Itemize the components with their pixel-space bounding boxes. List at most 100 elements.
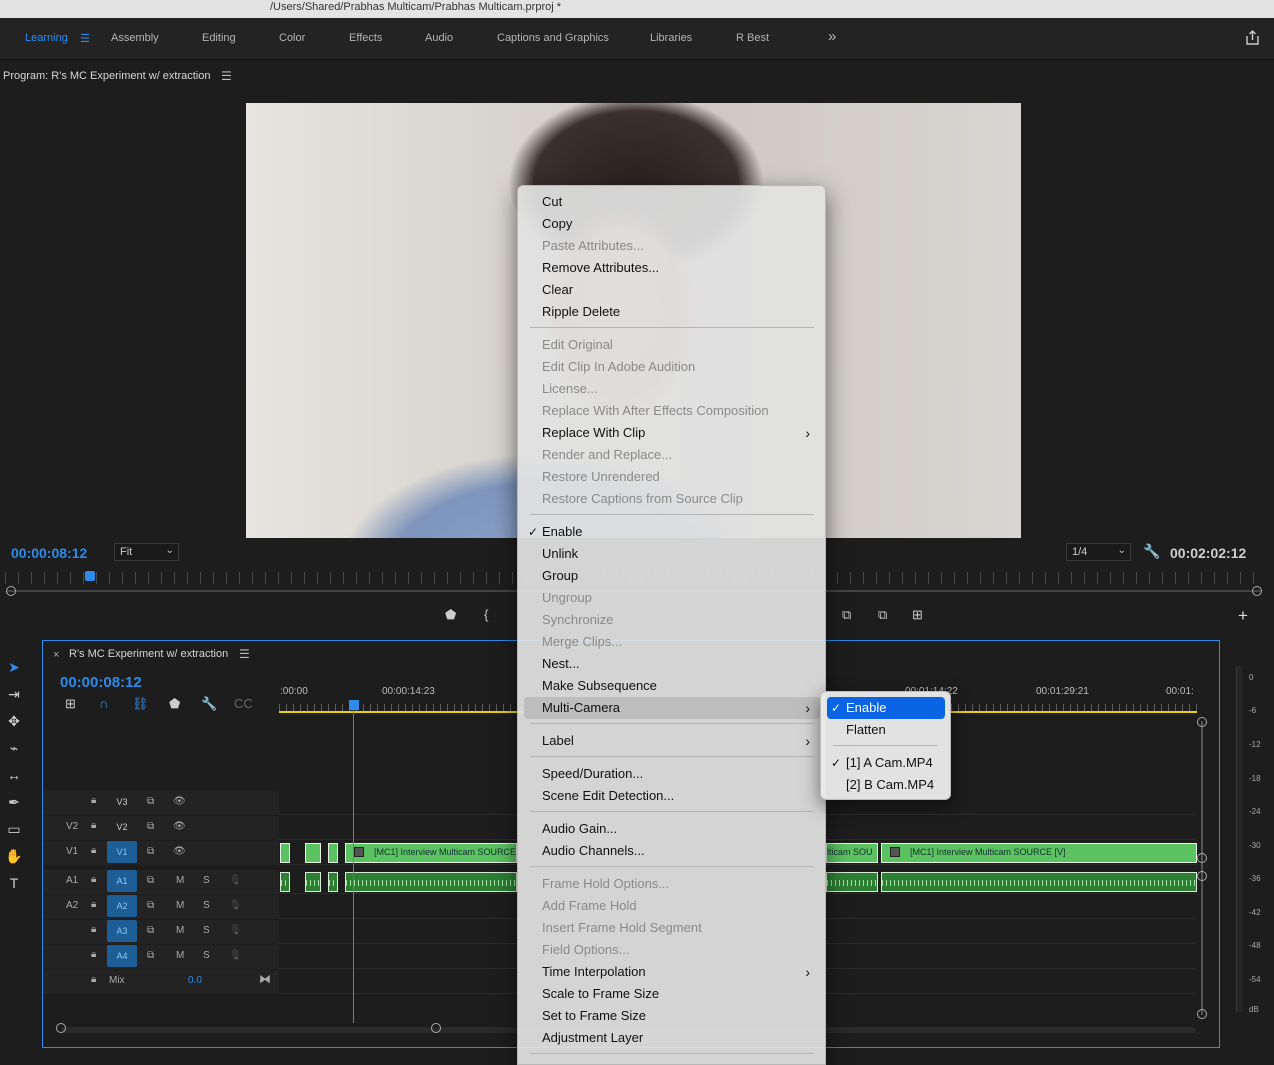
sync-lock-icon[interactable]: ⧉ [147, 796, 154, 807]
zoom-level-select[interactable]: Fit ⌄ [114, 543, 179, 561]
workspace-tab-color[interactable]: Color [279, 32, 305, 44]
captions-icon[interactable]: CC [234, 696, 253, 711]
track-target-v2[interactable]: V2 [107, 816, 137, 838]
video-clip[interactable]: lticam SOU [826, 843, 878, 863]
mute-button[interactable]: M [176, 925, 184, 936]
workspace-tab-captions[interactable]: Captions and Graphics [497, 32, 609, 44]
submenu-item-camera-1[interactable]: ✓ [1] A Cam.MP4 [827, 752, 945, 774]
lock-icon[interactable]: 🔒︎ [91, 949, 96, 960]
add-marker-icon[interactable]: ⬟ [169, 696, 180, 712]
source-patch-v2[interactable]: V2 [66, 821, 78, 832]
slip-tool-icon[interactable]: ↔ [4, 767, 24, 787]
track-target-v1[interactable]: V1 [107, 841, 137, 863]
close-icon[interactable]: × [53, 649, 59, 661]
sync-lock-icon[interactable]: ⧉ [147, 950, 154, 961]
workspace-tab-libraries[interactable]: Libraries [650, 32, 692, 44]
nest-insert-icon[interactable]: ⊞ [65, 696, 76, 712]
solo-button[interactable]: S [203, 950, 210, 961]
mute-button[interactable]: M [176, 875, 184, 886]
razor-tool-icon[interactable]: ⌁ [4, 740, 24, 760]
share-icon[interactable] [1244, 29, 1261, 46]
workspace-tab-learning[interactable]: Learning [25, 32, 68, 44]
solo-button[interactable]: S [203, 875, 210, 886]
linked-selection-icon[interactable]: ⛓ [132, 696, 149, 712]
track-target-a2[interactable]: A2 [107, 895, 137, 917]
rectangle-tool-icon[interactable]: ▭ [4, 821, 24, 841]
sync-lock-icon[interactable]: ⧉ [147, 900, 154, 911]
audio-clip[interactable] [826, 872, 878, 892]
lock-icon[interactable]: 🔒︎ [91, 820, 96, 831]
lock-icon[interactable]: 🔒︎ [91, 924, 96, 935]
lock-icon[interactable]: 🔒︎ [91, 795, 96, 806]
selection-tool-icon[interactable]: ➤ [4, 659, 24, 679]
audio-clip[interactable] [881, 872, 1197, 892]
more-workspaces-icon[interactable]: » [828, 28, 836, 45]
vertical-scroll-handle[interactable] [1197, 853, 1207, 863]
timeline-playhead-timecode[interactable]: 00:00:08:12 [60, 674, 142, 691]
menu-item-clear[interactable]: Clear [524, 279, 820, 301]
eye-icon[interactable]: 👁︎ [173, 846, 186, 857]
sync-lock-icon[interactable]: ⧉ [147, 846, 154, 857]
audio-clip[interactable] [280, 872, 290, 892]
sync-lock-icon[interactable]: ⧉ [147, 875, 154, 886]
menu-item-enable[interactable]: ✓ Enable [524, 521, 820, 543]
timeline-playhead-line[interactable] [353, 707, 354, 1023]
comparison-view-icon[interactable]: ⊞ [912, 607, 923, 623]
workspace-menu-icon[interactable]: ☰ [80, 32, 90, 45]
timeline-vertical-scrollbar[interactable] [1201, 721, 1203, 1015]
video-clip[interactable]: [MC1] Interview Multicam SOURCE [V] [881, 843, 1197, 863]
wrench-icon[interactable]: 🔧 [1143, 543, 1160, 560]
playback-resolution-select[interactable]: 1/4 ⌄ [1066, 543, 1131, 561]
sync-lock-icon[interactable]: ⧉ [147, 821, 154, 832]
video-clip[interactable] [280, 843, 290, 863]
menu-item-copy[interactable]: Copy [524, 213, 820, 235]
menu-item-ripple-delete[interactable]: Ripple Delete [524, 301, 820, 323]
audio-clip[interactable] [305, 872, 321, 892]
lock-icon[interactable]: 🔒︎ [91, 845, 96, 856]
sequence-tab-title[interactable]: R's MC Experiment w/ extraction [69, 648, 228, 660]
menu-item-time-interpolation[interactable]: Time Interpolation › [524, 961, 820, 983]
timeline-settings-wrench-icon[interactable]: 🔧 [201, 696, 217, 712]
menu-item-replace-with-clip[interactable]: Replace With Clip › [524, 422, 820, 444]
lock-icon[interactable]: 🔒︎ [91, 974, 96, 985]
video-clip[interactable] [305, 843, 321, 863]
microphone-icon[interactable]: 🎙︎ [229, 950, 242, 961]
mute-button[interactable]: M [176, 950, 184, 961]
microphone-icon[interactable]: 🎙︎ [229, 900, 242, 911]
source-patch-a2[interactable]: A2 [66, 900, 78, 911]
workspace-tab-r-best[interactable]: R Best [736, 32, 769, 44]
lift-icon[interactable]: ⧉ [842, 607, 851, 623]
submenu-item-flatten[interactable]: Flatten [827, 719, 945, 741]
type-tool-icon[interactable]: T [4, 875, 24, 895]
timeline-playhead-handle[interactable] [349, 700, 359, 710]
mix-volume-value[interactable]: 0.0 [188, 975, 202, 986]
source-patch-v1[interactable]: V1 [66, 846, 78, 857]
workspace-tab-assembly[interactable]: Assembly [111, 32, 159, 44]
eye-icon[interactable]: 👁︎ [173, 821, 186, 832]
program-monitor-title[interactable]: Program: R's MC Experiment w/ extraction [3, 70, 211, 82]
menu-item-label-submenu[interactable]: Label › [524, 730, 820, 752]
add-button-icon[interactable]: + [1238, 606, 1248, 626]
source-patch-a1[interactable]: A1 [66, 875, 78, 886]
menu-item-group[interactable]: Group [524, 565, 820, 587]
lock-icon[interactable]: 🔒︎ [91, 899, 96, 910]
menu-item-adjustment-layer[interactable]: Adjustment Layer [524, 1027, 820, 1049]
menu-item-audio-channels[interactable]: Audio Channels... [524, 840, 820, 862]
microphone-icon[interactable]: 🎙︎ [229, 875, 242, 886]
pen-tool-icon[interactable]: ✒ [4, 794, 24, 814]
menu-item-set-to-frame-size[interactable]: Set to Frame Size [524, 1005, 820, 1027]
menu-item-scene-edit-detection[interactable]: Scene Edit Detection... [524, 785, 820, 807]
vertical-scroll-handle[interactable] [1197, 871, 1207, 881]
horizontal-scroll-handle[interactable] [431, 1023, 441, 1033]
snap-icon[interactable]: ∩ [99, 696, 108, 711]
menu-item-speed-duration[interactable]: Speed/Duration... [524, 763, 820, 785]
audio-clip[interactable] [345, 872, 517, 892]
track-target-a4[interactable]: A4 [107, 945, 137, 967]
menu-item-scale-to-frame-size[interactable]: Scale to Frame Size [524, 983, 820, 1005]
ripple-edit-tool-icon[interactable]: ✥ [4, 713, 24, 733]
mute-button[interactable]: M [176, 900, 184, 911]
menu-item-multi-camera[interactable]: Multi-Camera › [524, 697, 820, 719]
submenu-item-enable[interactable]: ✓ Enable [827, 697, 945, 719]
hand-tool-icon[interactable]: ✋ [4, 848, 24, 868]
track-target-a1[interactable]: A1 [107, 870, 137, 892]
